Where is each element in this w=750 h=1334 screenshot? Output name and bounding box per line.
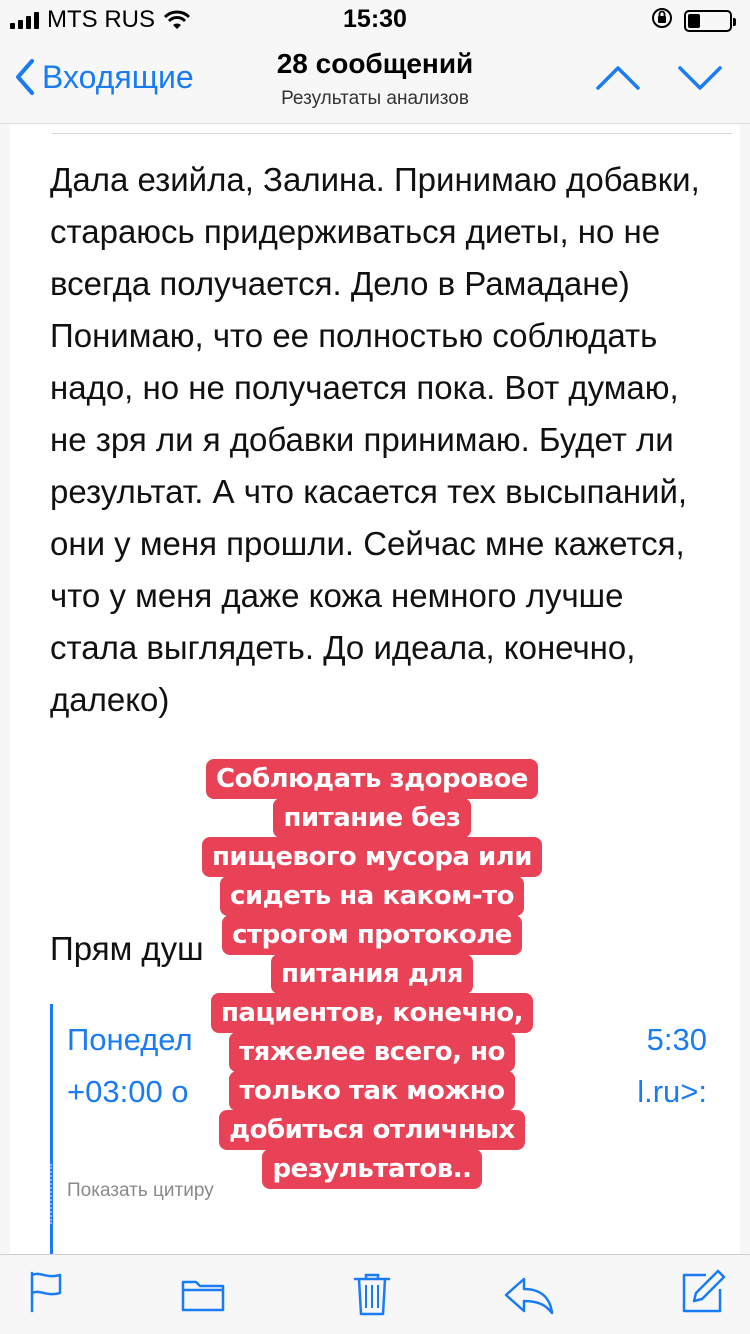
- flag-button[interactable]: [26, 1269, 66, 1318]
- delete-button[interactable]: [352, 1271, 392, 1322]
- message-text-partial: Прям душ: [50, 930, 204, 967]
- move-to-folder-button[interactable]: [180, 1277, 226, 1318]
- overlay-line: Соблюдать здоровое: [206, 759, 538, 799]
- text-overlay-sticker: Соблюдать здоровое питание без пищевого …: [198, 759, 546, 1189]
- compose-button[interactable]: [680, 1269, 726, 1320]
- trash-icon: [353, 1273, 391, 1316]
- overlay-line: добиться отличных: [219, 1110, 525, 1150]
- bottom-toolbar: [0, 1254, 750, 1334]
- reply-icon: [504, 1277, 554, 1315]
- overlay-line: только так можно: [229, 1071, 515, 1111]
- overlay-line: сидеть на каком-то: [219, 876, 525, 916]
- orientation-lock-icon: [650, 6, 674, 35]
- flag-icon: [30, 1271, 62, 1313]
- chevron-up-icon: [596, 66, 640, 90]
- quote-sender-end: l.ru>:: [637, 1074, 707, 1109]
- overlay-line: тяжелее всего, но: [229, 1032, 515, 1072]
- chevron-down-icon: [678, 66, 722, 90]
- previous-message-button[interactable]: [594, 62, 642, 97]
- overlay-line: питание без: [273, 798, 471, 838]
- status-right: [650, 6, 736, 35]
- message-body: Дала езийла, Залина. Принимаю добавки, с…: [50, 161, 700, 718]
- overlay-line: пациентов, конечно,: [210, 993, 534, 1033]
- divider: [52, 133, 732, 134]
- navigation-bar: Входящие 28 сообщений Результаты анализо…: [0, 40, 750, 124]
- overlay-line: результатов..: [262, 1149, 482, 1189]
- overlay-line: строгом протоколе: [222, 915, 522, 955]
- battery-icon: [684, 9, 736, 32]
- overlay-line: пищевого мусора или: [201, 837, 543, 877]
- show-quote-link[interactable]: Показать цитиру: [67, 1180, 214, 1202]
- folder-icon: [181, 1280, 225, 1312]
- quote-date-end: 5:30: [646, 1022, 707, 1057]
- status-bar: MTS RUS 15:30: [0, 0, 750, 40]
- status-time: 15:30: [343, 5, 407, 33]
- next-message-button[interactable]: [676, 62, 724, 97]
- quote-sender-start: +03:00 о: [67, 1074, 189, 1109]
- quote-date-start: Понедел: [67, 1022, 193, 1057]
- overlay-line: питания для: [271, 954, 473, 994]
- compose-icon: [682, 1269, 726, 1313]
- quote-dotted-line: [50, 1164, 52, 1224]
- reply-button[interactable]: [502, 1275, 556, 1320]
